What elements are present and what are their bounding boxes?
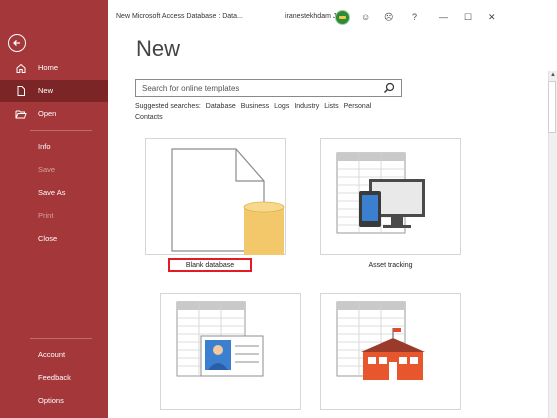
blank-database-icon xyxy=(171,148,285,255)
backstage-sidebar: Home New Open Info Save Save As Print Cl… xyxy=(0,0,108,418)
back-button[interactable] xyxy=(8,34,26,52)
search-icon[interactable] xyxy=(383,82,395,94)
maximize-icon[interactable]: ☐ xyxy=(464,12,472,23)
sidebar-item-label: Feedback xyxy=(38,373,71,382)
suggested-link-logs[interactable]: Logs xyxy=(274,103,289,110)
sidebar-item-label: Save xyxy=(38,165,56,174)
sidebar-divider xyxy=(30,338,92,339)
sidebar-item-close[interactable]: Close xyxy=(0,228,108,250)
asset-tracking-icon xyxy=(336,152,425,234)
template-students[interactable] xyxy=(320,293,461,410)
suggested-link-database[interactable]: Database xyxy=(206,103,236,110)
sidebar-item-new[interactable]: New xyxy=(0,80,108,102)
sidebar-item-label: Save As xyxy=(38,188,66,197)
sidebar-item-options[interactable]: Options xyxy=(0,390,108,412)
title-bar: New Microsoft Access Database : Data... … xyxy=(108,0,557,36)
suggested-label: Suggested searches: xyxy=(135,103,201,110)
sidebar-item-label: Account xyxy=(38,350,66,359)
contacts-icon xyxy=(176,301,264,377)
page-title: New xyxy=(136,36,181,61)
sidebar-item-print: Print xyxy=(0,205,108,227)
template-search[interactable] xyxy=(135,79,402,97)
scroll-up-icon[interactable]: ▲ xyxy=(550,72,556,78)
sidebar-item-label: Open xyxy=(38,109,57,118)
template-contacts[interactable] xyxy=(160,293,301,410)
search-input[interactable] xyxy=(142,82,378,94)
sidebar-item-home[interactable]: Home xyxy=(0,57,108,79)
suggested-link-business[interactable]: Business xyxy=(241,103,269,110)
sidebar-item-label: Info xyxy=(38,142,51,151)
arrow-left-icon xyxy=(13,40,20,46)
smile-icon[interactable]: ☺ xyxy=(361,12,370,22)
suggested-link-lists[interactable]: Lists xyxy=(324,103,338,110)
sidebar-item-feedback[interactable]: Feedback xyxy=(0,367,108,389)
template-blank-database[interactable] xyxy=(145,138,286,255)
sidebar-item-label: Close xyxy=(38,234,58,243)
close-icon[interactable]: ✕ xyxy=(488,12,496,23)
sidebar-item-save-as[interactable]: Save As xyxy=(0,182,108,204)
sidebar-item-account[interactable]: Account xyxy=(0,344,108,366)
sidebar-divider xyxy=(30,130,92,131)
avatar[interactable] xyxy=(335,10,350,25)
sidebar-item-info[interactable]: Info xyxy=(0,136,108,158)
template-asset-tracking[interactable] xyxy=(320,138,461,255)
suggested-searches: Suggested searches: Database Business Logs I… xyxy=(135,101,455,123)
sidebar-item-label: Home xyxy=(38,63,59,72)
suggested-link-contacts[interactable]: Contacts xyxy=(135,114,163,121)
students-icon xyxy=(336,301,425,380)
sidebar-item-label: Print xyxy=(38,211,54,220)
new-document-icon xyxy=(17,86,25,96)
tile-label[interactable]: Asset tracking xyxy=(320,262,461,269)
folder-open-icon xyxy=(15,110,27,119)
sidebar-item-label: Options xyxy=(38,396,64,405)
home-icon xyxy=(16,63,26,73)
help-icon[interactable]: ? xyxy=(412,12,417,22)
minimize-icon[interactable]: — xyxy=(439,12,448,22)
tile-label[interactable]: Blank database xyxy=(168,258,252,272)
suggested-link-industry[interactable]: Industry xyxy=(294,103,319,110)
scroll-thumb[interactable] xyxy=(548,81,556,133)
frown-icon[interactable]: ☹ xyxy=(384,12,393,23)
user-name[interactable]: iranestekhdam Jr xyxy=(285,13,339,20)
window-title: New Microsoft Access Database : Data... xyxy=(116,13,243,20)
suggested-link-personal[interactable]: Personal xyxy=(344,103,372,110)
sidebar-item-label: New xyxy=(38,86,54,95)
sidebar-item-save: Save xyxy=(0,159,108,181)
sidebar-item-open[interactable]: Open xyxy=(0,103,108,125)
